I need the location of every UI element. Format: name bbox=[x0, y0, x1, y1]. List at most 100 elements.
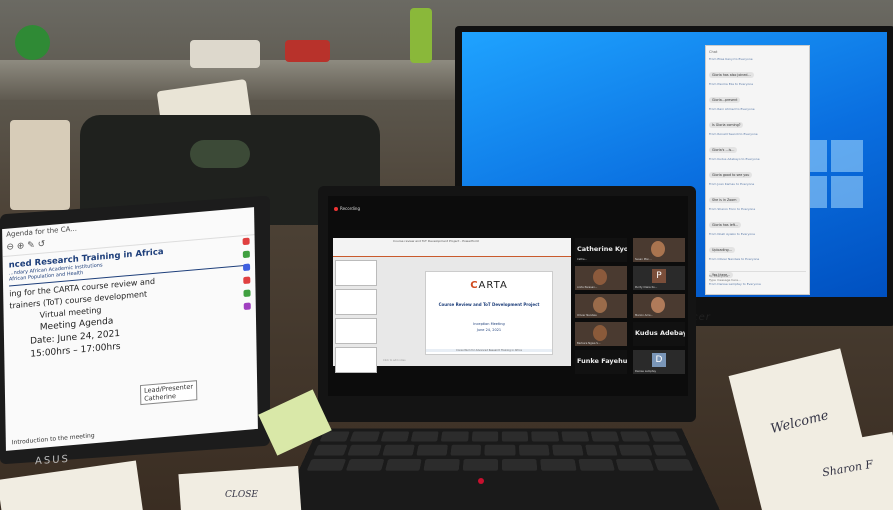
ppt-title: Course review and ToT Development Projec… bbox=[393, 239, 479, 243]
photo-scene: Chat From Elisa Kanyi to Everyone Gloria … bbox=[0, 0, 893, 510]
chat-message-text: Gloria has also joined... bbox=[709, 72, 754, 78]
chat-message: From Noah Ayieko to Everyone Uploading... bbox=[709, 232, 806, 255]
participant-caption: Anita Parasan... bbox=[577, 286, 598, 289]
chat-title: Chat bbox=[709, 50, 718, 54]
chat-message-text: She is in Zoom bbox=[709, 197, 740, 203]
current-slide[interactable]: CARTA Course Review and ToT Development … bbox=[425, 271, 553, 355]
participant-avatar: P bbox=[652, 269, 666, 283]
bottle bbox=[410, 8, 432, 63]
recording-indicator: Recording bbox=[334, 206, 360, 211]
chat-message: From Joan Kamau to Everyone She is in Zoo… bbox=[709, 182, 806, 205]
chat-message-sender: From Joan Kamau to Everyone bbox=[709, 182, 755, 186]
participant-tile[interactable]: Catherine Kyob... Cathe... bbox=[575, 238, 627, 262]
tool-icon[interactable] bbox=[243, 289, 251, 298]
participant-caption: Denise Lamptey bbox=[635, 370, 657, 373]
tool-icon[interactable] bbox=[243, 263, 251, 272]
tool-icon[interactable] bbox=[243, 302, 251, 311]
zoom-out-icon[interactable]: ⊖ bbox=[6, 242, 14, 253]
participant-tile[interactable]: Barbara Ngwa S... bbox=[575, 322, 627, 346]
chat-message-text: Gloria's ...is... bbox=[709, 147, 738, 153]
undo-icon[interactable]: ↺ bbox=[38, 239, 46, 250]
chat-message: From Rani Ahmed to Everyone Is Gloria com… bbox=[709, 107, 806, 130]
white-clutter bbox=[190, 40, 260, 68]
pdf-document: nced Research Training in Africa ...ndar… bbox=[3, 235, 257, 366]
ppt-ribbon[interactable]: Course review and ToT Development Projec… bbox=[333, 238, 571, 257]
slide-footer: Consortium for Advanced Research Trainin… bbox=[426, 349, 552, 352]
recording-label: Recording bbox=[340, 206, 361, 211]
participant-video bbox=[593, 297, 607, 313]
carta-logo-c: C bbox=[470, 280, 479, 291]
carta-logo-rest: ARTA bbox=[478, 280, 508, 291]
chat-message-text: Uploading... bbox=[709, 247, 735, 253]
slide-title: Course Review and ToT Development Projec… bbox=[438, 302, 540, 307]
participant-name: Catherine Kyob... bbox=[577, 245, 627, 253]
participant-video bbox=[651, 297, 665, 313]
tablet-brand: ASUS bbox=[35, 453, 70, 468]
bag-handle bbox=[190, 140, 250, 168]
participant-caption: Cathe... bbox=[577, 258, 588, 261]
participant-video bbox=[651, 241, 665, 257]
chat-message: From Sharon Fonn to Everyone Gloria has l… bbox=[709, 207, 806, 230]
slide-thumbnails[interactable] bbox=[335, 260, 377, 376]
carta-logo: CARTA bbox=[426, 280, 552, 291]
chat-message-text: Is Gloria coming? bbox=[709, 122, 744, 128]
handwritten-bottom: CLOSE bbox=[225, 490, 258, 500]
slide-thumb[interactable] bbox=[335, 318, 377, 344]
participant-tile[interactable]: Funke Fayehun bbox=[575, 350, 627, 374]
zoom-in-icon[interactable]: ⊕ bbox=[17, 241, 25, 252]
participant-name: Kudus Adebayo bbox=[635, 329, 685, 337]
red-box bbox=[285, 40, 330, 62]
chat-message-text: Gloria good to see you bbox=[709, 172, 753, 178]
participant-tile[interactable]: Susan Mon... bbox=[633, 238, 685, 262]
chat-input[interactable]: To: Everyone Type message here... bbox=[709, 271, 806, 290]
chat-window[interactable]: Chat From Elisa Kanyi to Everyone Gloria … bbox=[705, 45, 810, 295]
record-dot-icon bbox=[334, 207, 338, 211]
laptop-keyboard bbox=[277, 428, 723, 510]
slide-thumb[interactable] bbox=[335, 347, 377, 373]
chat-message-text: Gloria...present bbox=[709, 97, 741, 103]
participant-tile[interactable]: Anita Parasan... bbox=[575, 266, 627, 290]
slide-thumb[interactable] bbox=[335, 260, 377, 286]
tool-icon[interactable] bbox=[242, 237, 250, 246]
participant-tile[interactable]: Olivier Nandwe bbox=[575, 294, 627, 318]
chat-message-sender: From Elisa Kanyi to Everyone bbox=[709, 57, 753, 61]
cardboard bbox=[10, 120, 70, 210]
chat-message-sender: From Ronald Ssendi to Everyone bbox=[709, 132, 758, 136]
chat-message-sender: From Rani Ahmed to Everyone bbox=[709, 107, 755, 111]
bottom-paper bbox=[178, 465, 302, 510]
chat-message-text: Gloria has left... bbox=[709, 222, 742, 228]
participant-tile[interactable]: P Purity Claire Ku... bbox=[633, 266, 685, 290]
chat-message: From Kudus Adebayo to Everyone Gloria goo… bbox=[709, 157, 806, 180]
chat-input-placeholder: Type message here... bbox=[709, 278, 741, 282]
participant-video bbox=[593, 325, 607, 341]
participant-name: Funke Fayehun bbox=[577, 357, 627, 365]
bottom-left-paper bbox=[0, 460, 143, 510]
participant-tile[interactable]: Marion Ame... bbox=[633, 294, 685, 318]
participant-tile[interactable]: Kudus Adebayo bbox=[633, 322, 685, 346]
tablet-screen[interactable]: Agenda for the CA... ⊖ ⊕ ✎ ↺ nced Resear… bbox=[2, 207, 258, 451]
notes-pane[interactable]: Click to add notes bbox=[383, 359, 406, 362]
participant-caption: Olivier Nandwe bbox=[577, 314, 597, 317]
chat-message-sender: From Sharon Fonn to Everyone bbox=[709, 207, 756, 211]
chat-message-list[interactable]: From Elisa Kanyi to Everyone Gloria has a… bbox=[709, 57, 806, 294]
tool-icon[interactable] bbox=[243, 276, 251, 285]
green-tape bbox=[15, 25, 50, 60]
slide-thumb[interactable] bbox=[335, 289, 377, 315]
participant-caption: Barbara Ngwa S... bbox=[577, 342, 601, 345]
draw-icon[interactable]: ✎ bbox=[27, 240, 35, 251]
chat-message-sender: From Olivier Nandwe to Everyone bbox=[709, 257, 760, 261]
participant-caption: Marion Ame... bbox=[635, 314, 654, 317]
chat-message-sender: From Ifeoma Eze to Everyone bbox=[709, 82, 754, 86]
slide-date: June 24, 2021 bbox=[476, 328, 502, 332]
participant-caption: Susan Mon... bbox=[635, 258, 652, 261]
participant-tile[interactable]: D Denise Lamptey bbox=[633, 350, 685, 374]
agenda-table-header: Lead/Presenter Catherine bbox=[139, 380, 198, 406]
slide-meeting: Inception Meeting bbox=[473, 322, 505, 326]
tablet-side-toolbar[interactable] bbox=[242, 237, 254, 316]
trackpoint bbox=[478, 478, 484, 484]
participant-video bbox=[593, 269, 607, 285]
tool-icon[interactable] bbox=[242, 250, 250, 259]
powerpoint-window[interactable]: Course review and ToT Development Projec… bbox=[333, 238, 571, 373]
chat-message-sender: From Noah Ayieko to Everyone bbox=[709, 232, 755, 236]
chat-message: From Ifeoma Eze to Everyone Gloria...pres… bbox=[709, 82, 806, 105]
